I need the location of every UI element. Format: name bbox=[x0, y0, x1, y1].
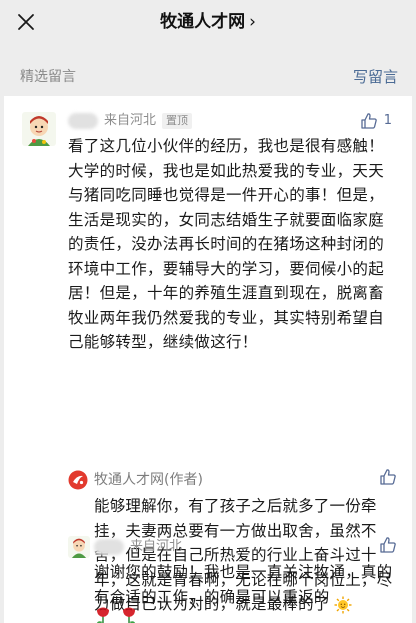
page-title[interactable]: 牧通人才网 › bbox=[0, 10, 416, 34]
blurred-username bbox=[68, 112, 98, 129]
featured-comments-label: 精选留言 bbox=[20, 69, 76, 85]
thumb-up-icon[interactable] bbox=[379, 468, 397, 486]
like-count: 1 bbox=[383, 113, 392, 128]
comment-meta: 来自河北 置顶 bbox=[68, 110, 193, 132]
top-bar: 牧通人才网 › bbox=[0, 0, 416, 44]
page-title-text: 牧通人才网 bbox=[160, 12, 246, 32]
chevron-right-icon: › bbox=[249, 12, 256, 32]
reply-text: 谢谢您的鼓励！我也是一直关注牧通，真的有合适的工作，的确是可以重返的 bbox=[94, 563, 393, 606]
cartoon-avatar-icon bbox=[22, 112, 56, 146]
avatar[interactable] bbox=[68, 536, 90, 558]
comment-text: 看了这几位小伙伴的经历，我也是很有感触！大学的时候，我也是如此热爱我的专业，天天… bbox=[68, 137, 385, 351]
user-reply: 来自河北 谢谢您的鼓励！我也是一直关注牧通，真的有合适的工作，的确是可以重返的 bbox=[68, 536, 408, 616]
avatar[interactable] bbox=[22, 112, 56, 146]
write-comment-link[interactable]: 写留言 bbox=[353, 66, 398, 87]
cartoon-avatar-icon bbox=[68, 536, 90, 558]
comment-origin: 来自河北 bbox=[104, 113, 157, 128]
author-logo-icon bbox=[68, 470, 88, 490]
like-button[interactable]: 1 bbox=[360, 110, 392, 132]
comment-card: 来自河北 置顶 1 看了这几位小伙伴的经历，我也是很有感触！大学的时候，我也是如此… bbox=[4, 96, 412, 623]
comments-section-header: 精选留言 写留言 bbox=[0, 62, 416, 88]
reply-author: 牧通人才网(作者) bbox=[94, 472, 203, 488]
reply-meta: 来自河北 bbox=[94, 536, 182, 558]
thumb-up-icon bbox=[361, 112, 377, 129]
thumb-up-icon[interactable] bbox=[379, 536, 397, 554]
reply-origin: 来自河北 bbox=[130, 539, 183, 554]
blurred-username bbox=[94, 538, 124, 555]
pinned-badge: 置顶 bbox=[162, 112, 193, 129]
